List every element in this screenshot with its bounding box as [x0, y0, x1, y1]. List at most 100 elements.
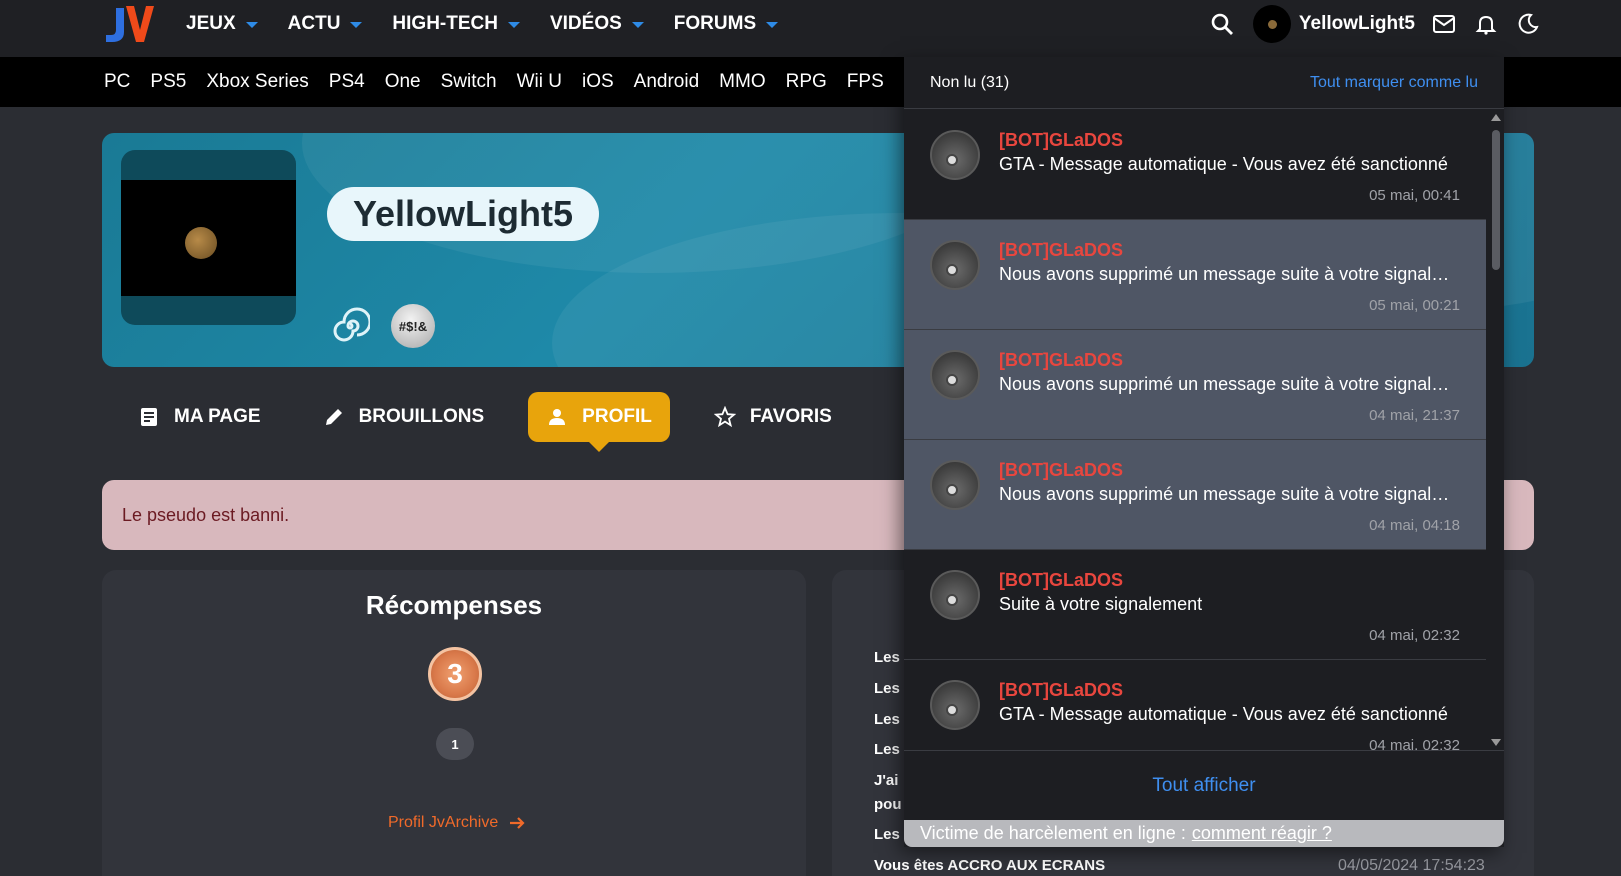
platform-link[interactable]: RPG	[786, 71, 827, 93]
notification-item[interactable]: [BOT]GLaDOS Nous avons supprimé un messa…	[904, 330, 1486, 440]
platform-link[interactable]: Android	[634, 71, 700, 93]
tab-brouillons[interactable]: BROUILLONS	[305, 392, 503, 442]
jv-logo[interactable]	[102, 4, 158, 44]
notification-item[interactable]: [BOT]GLaDOS Suite à votre signalement 04…	[904, 550, 1486, 660]
nav-label: FORUMS	[673, 12, 757, 34]
platform-link[interactable]: PS4	[329, 71, 365, 93]
tab-ma-page[interactable]: MA PAGE	[120, 392, 279, 442]
moon-icon[interactable]	[1515, 11, 1541, 37]
bot-avatar	[930, 570, 980, 620]
notification-message: Nous avons supprimé un message suite à v…	[999, 484, 1459, 504]
platform-link[interactable]: One	[385, 71, 421, 93]
nav-label: JEUX	[186, 12, 236, 34]
notification-sender: [BOT]GLaDOS	[999, 570, 1123, 590]
harassment-text: Victime de harcèlement en ligne :	[920, 823, 1186, 843]
main-nav: JEUX ACTU HIGH-TECH VIDÉOS FORUMS	[186, 0, 808, 47]
activity-line: Les	[874, 649, 900, 666]
tab-label: MA PAGE	[174, 406, 261, 427]
scroll-up-icon[interactable]	[1491, 114, 1501, 121]
star-icon	[713, 406, 736, 428]
bell-icon[interactable]	[1473, 11, 1499, 37]
username: YellowLight5	[1298, 12, 1415, 34]
notification-item[interactable]: [BOT]GLaDOS Nous avons supprimé un messa…	[904, 440, 1486, 550]
platform-link[interactable]: FPS	[847, 71, 884, 93]
tab-label: FAVORIS	[749, 406, 832, 427]
person-icon	[549, 409, 566, 425]
platform-link[interactable]: PS5	[150, 71, 186, 93]
notification-scrollbar[interactable]	[1488, 110, 1504, 750]
caret-down-icon	[766, 21, 779, 28]
notification-message: Nous avons supprimé un message suite à v…	[999, 264, 1459, 284]
medal-value: 3	[447, 658, 463, 689]
rewards-title: Récompenses	[365, 590, 543, 620]
jvarchive-link[interactable]: Profil JvArchive	[388, 814, 526, 832]
platform-link[interactable]: Switch	[441, 71, 497, 93]
profile-avatar[interactable]	[121, 150, 296, 325]
scroll-thumb[interactable]	[1492, 130, 1500, 270]
notification-message: Nous avons supprimé un message suite à v…	[999, 374, 1459, 394]
link-label: Profil JvArchive	[388, 814, 499, 831]
notification-message: Suite à votre signalement	[999, 594, 1203, 614]
caret-down-icon	[631, 21, 644, 28]
bot-avatar	[930, 350, 980, 400]
notification-time: 04 mai, 02:32	[1369, 737, 1460, 750]
activity-line: Les	[874, 826, 900, 843]
avatar-image	[121, 180, 296, 296]
tab-profil[interactable]: PROFIL	[528, 392, 670, 452]
notification-message: GTA - Message automatique - Vous avez ét…	[999, 154, 1448, 174]
notifications-dropdown: Non lu (31) Tout marquer comme lu [BOT]G…	[904, 57, 1504, 847]
activity-line: Les	[874, 711, 900, 728]
activity-date: 04/05/2024 17:54:23	[1338, 857, 1485, 874]
swear-badge-icon[interactable]: #$!&	[391, 304, 435, 348]
platform-link[interactable]: PC	[104, 71, 130, 93]
notification-sender: [BOT]GLaDOS	[999, 240, 1123, 260]
scroll-down-icon[interactable]	[1491, 739, 1501, 746]
notification-item[interactable]: [BOT]GLaDOS GTA - Message automatique - …	[904, 110, 1486, 220]
bot-avatar	[930, 130, 980, 180]
harassment-link[interactable]: comment réagir ?	[1192, 823, 1332, 844]
platform-link[interactable]: iOS	[582, 71, 614, 93]
notification-time: 04 mai, 02:32	[1369, 627, 1460, 644]
medal-badge[interactable]: 3	[428, 647, 482, 701]
platform-link[interactable]: Xbox Series	[206, 71, 308, 93]
pencil-icon	[325, 409, 342, 425]
notification-item[interactable]: [BOT]GLaDOS GTA - Message automatique - …	[904, 660, 1486, 750]
unread-count: Non lu (31)	[930, 73, 1010, 91]
medal-count: 1	[436, 728, 474, 760]
caret-down-icon	[245, 21, 258, 28]
tab-label: BROUILLONS	[358, 406, 485, 427]
nav-actu[interactable]: ACTU	[288, 13, 363, 35]
notification-sender: [BOT]GLaDOS	[999, 350, 1123, 370]
activity-line: J'ai	[874, 772, 899, 789]
user-menu[interactable]: YellowLight5	[1252, 4, 1415, 43]
tab-favoris[interactable]: FAVORIS	[696, 392, 850, 442]
nav-forums[interactable]: FORUMS	[673, 12, 779, 35]
profile-tabs: MA PAGE BROUILLONS PROFIL FAVORIS	[120, 392, 876, 452]
spiral-badge-icon[interactable]	[330, 306, 372, 346]
show-all-button[interactable]: Tout afficher	[1152, 775, 1255, 797]
moon-image	[185, 227, 217, 259]
caret-down-icon	[350, 21, 363, 28]
avatar	[1252, 4, 1291, 43]
arrow-right-icon	[510, 817, 525, 829]
mail-icon[interactable]	[1431, 11, 1457, 37]
top-right-actions: YellowLight5	[1193, 0, 1541, 47]
mark-all-read-button[interactable]: Tout marquer comme lu	[1310, 74, 1478, 92]
profile-pseudo: YellowLight5	[327, 187, 600, 241]
caret-down-icon	[507, 21, 520, 28]
notification-time: 04 mai, 21:37	[1369, 407, 1460, 424]
notification-list: [BOT]GLaDOS GTA - Message automatique - …	[904, 110, 1486, 750]
notification-item[interactable]: [BOT]GLaDOS Nous avons supprimé un messa…	[904, 220, 1486, 330]
nav-videos[interactable]: VIDÉOS	[550, 13, 644, 35]
notifications-header: Non lu (31) Tout marquer comme lu	[904, 57, 1504, 109]
nav-high-tech[interactable]: HIGH-TECH	[392, 13, 520, 35]
search-icon[interactable]	[1209, 11, 1235, 37]
badge-text: #$!&	[398, 318, 428, 334]
platform-link[interactable]: Wii U	[517, 71, 562, 93]
activity-line: Les	[874, 741, 900, 758]
platform-link[interactable]: MMO	[719, 71, 765, 93]
page-icon	[141, 408, 157, 426]
nav-jeux[interactable]: JEUX	[186, 13, 258, 35]
notification-time: 04 mai, 04:18	[1369, 517, 1460, 534]
nav-label: HIGH-TECH	[392, 12, 498, 34]
